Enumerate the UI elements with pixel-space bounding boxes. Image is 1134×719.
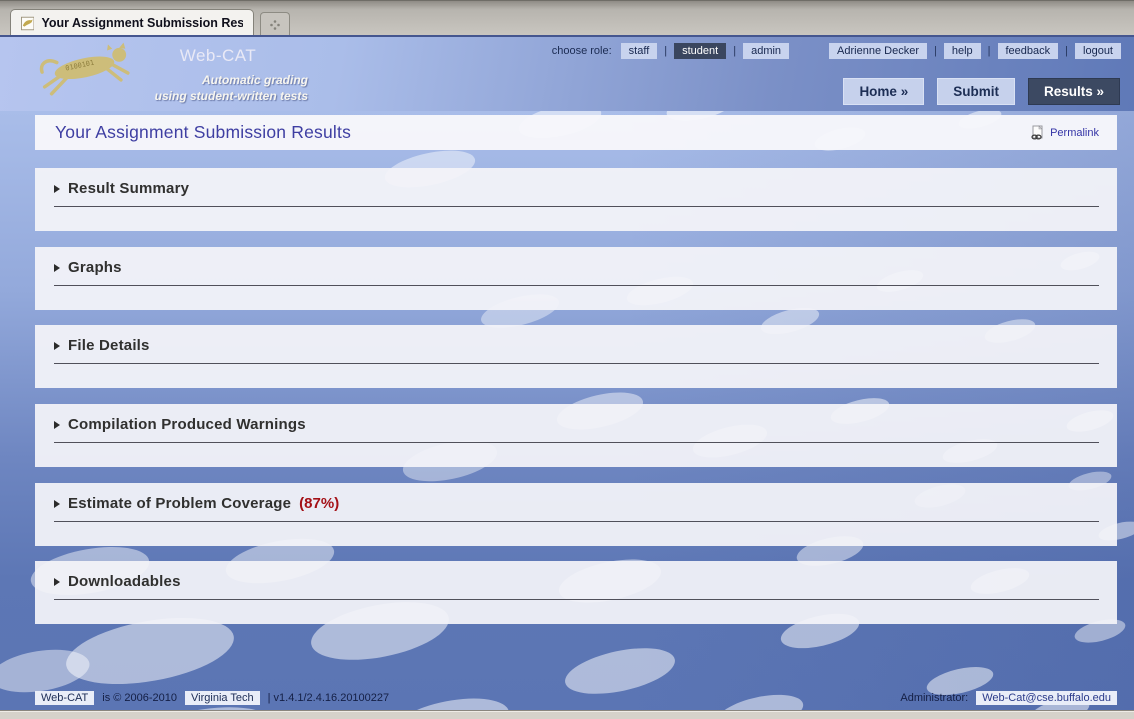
browser-tab-bar: Your Assignment Submission Results [0,0,1134,35]
expand-triangle-icon [54,185,60,193]
permalink-page-link-icon [1029,125,1045,141]
logout-link[interactable]: logout [1075,43,1121,59]
section-title: Result Summary [68,180,189,197]
separator: | [934,45,937,57]
section-title: Graphs [68,259,122,276]
expand-triangle-icon [54,421,60,429]
webcat-leaping-cat-logo: 0100101 [36,41,140,105]
administrator-email-link[interactable]: Web-Cat@cse.buffalo.edu [976,691,1117,705]
page-body: Your Assignment Submission Results Perma… [0,111,1134,710]
section-underline [54,442,1099,443]
nav-results-button[interactable]: Results » [1028,78,1120,105]
nav-submit-button[interactable]: Submit [937,78,1015,105]
footer-right: Administrator: Web-Cat@cse.buffalo.edu [900,691,1117,705]
section-result-summary: Result Summary [35,168,1117,231]
separator: | [733,45,736,57]
section-title: Downloadables [68,573,181,590]
separator: | [1065,45,1068,57]
section-compilation-warnings: Compilation Produced Warnings [35,404,1117,467]
section-underline [54,285,1099,286]
footer-version: | v1.4.1/2.4.16.20100227 [268,692,390,704]
section-header-compilation-warnings[interactable]: Compilation Produced Warnings [54,416,1099,433]
section-header-result-summary[interactable]: Result Summary [54,180,1099,197]
window-bottom-edge [0,710,1134,719]
administrator-label: Administrator: [900,692,968,704]
role-student-button[interactable]: student [674,43,726,59]
coverage-percent-badge: (87%) [299,495,339,512]
page-title-bar: Your Assignment Submission Results Perma… [35,115,1117,150]
window-edge-line [0,5,1134,6]
permalink-label: Permalink [1050,127,1099,139]
app-tagline: Automatic grading using student-written … [128,73,308,104]
footer-virginia-tech-link[interactable]: Virginia Tech [185,691,260,705]
footer-webcat-link[interactable]: Web-CAT [35,691,94,705]
separator: | [664,45,667,57]
section-downloadables: Downloadables [35,561,1117,624]
section-title: Estimate of Problem Coverage [68,495,291,512]
help-link[interactable]: help [944,43,981,59]
expand-triangle-icon [54,342,60,350]
footer-copyright: is © 2006-2010 [102,692,177,704]
user-profile-link[interactable]: Adrienne Decker [829,43,927,59]
choose-role-label: choose role: [552,45,612,57]
nav-home-button[interactable]: Home » [843,78,924,105]
page-title: Your Assignment Submission Results [55,122,351,143]
section-title: File Details [68,337,150,354]
new-tab-button[interactable] [260,12,290,36]
section-title: Compilation Produced Warnings [68,416,306,433]
section-underline [54,521,1099,522]
role-admin-button[interactable]: admin [743,43,789,59]
footer-left: Web-CAT is © 2006-2010 Virginia Tech | v… [35,691,389,705]
new-tab-dots-icon [269,19,281,31]
section-underline [54,206,1099,207]
section-problem-coverage: Estimate of Problem Coverage (87%) [35,483,1117,546]
section-graphs: Graphs [35,247,1117,310]
section-header-downloadables[interactable]: Downloadables [54,573,1099,590]
section-file-details: File Details [35,325,1117,388]
tagline-line2: using student-written tests [128,89,308,105]
expand-triangle-icon [54,500,60,508]
role-and-user-bar: choose role: staff | student | admin Adr… [552,43,1121,59]
page-footer: Web-CAT is © 2006-2010 Virginia Tech | v… [35,688,1117,708]
section-underline [54,363,1099,364]
tagline-line1: Automatic grading [128,73,308,89]
app-header: 0100101 Web-CAT Automatic grading using … [0,35,1134,111]
permalink-link[interactable]: Permalink [1029,125,1099,141]
browser-tab-title: Your Assignment Submission Results [41,16,243,30]
section-header-file-details[interactable]: File Details [54,337,1099,354]
webcat-favicon-icon [21,16,34,31]
section-underline [54,599,1099,600]
expand-triangle-icon [54,578,60,586]
separator: | [988,45,991,57]
section-header-problem-coverage[interactable]: Estimate of Problem Coverage (87%) [54,495,1099,512]
section-header-graphs[interactable]: Graphs [54,259,1099,276]
role-staff-button[interactable]: staff [621,43,658,59]
main-nav: Home » Submit Results » [843,78,1120,105]
expand-triangle-icon [54,264,60,272]
browser-tab-active[interactable]: Your Assignment Submission Results [10,9,254,36]
app-name: Web-CAT [128,46,308,66]
brand-block: Web-CAT Automatic grading using student-… [128,46,308,104]
feedback-link[interactable]: feedback [998,43,1059,59]
